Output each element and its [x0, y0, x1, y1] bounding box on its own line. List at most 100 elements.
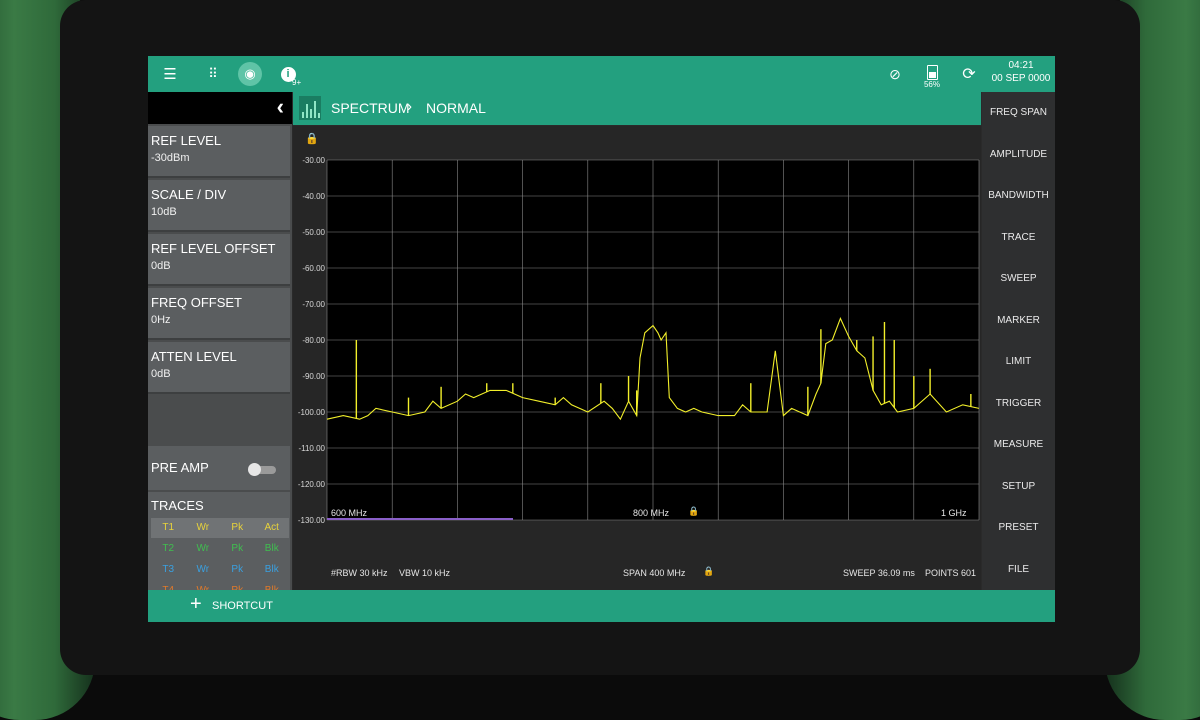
rbw-readout[interactable]: #RBW 30 kHz	[331, 568, 388, 578]
param-label: REF LEVEL OFFSET	[151, 241, 276, 256]
lock-icon[interactable]: 🔒	[305, 132, 319, 145]
trace-cell: Act	[264, 522, 279, 533]
plus-icon[interactable]: +	[190, 593, 202, 616]
trace-cell: T4	[151, 581, 186, 590]
span-readout[interactable]: SPAN 400 MHz	[623, 568, 685, 578]
trace-cell: Blk	[264, 543, 279, 554]
spectrum-plot-area: 🔒 -30.00 -40.00 -50.00 -60.00 -70.00 -80.00 -9…	[293, 126, 981, 590]
function-menu: FREQ SPAN AMPLITUDE BANDWIDTH TRACE SWEEP MAR…	[982, 92, 1055, 590]
y-tick-label: -110.00	[298, 444, 325, 453]
spectrum-mode-icon[interactable]	[299, 96, 321, 120]
span-lock-icon[interactable]: 🔒	[703, 566, 714, 577]
y-tick-label: -100.00	[298, 408, 326, 417]
param-atten-level[interactable]: ATTEN LEVEL 0dB	[148, 342, 290, 394]
y-tick-label: -50.00	[302, 228, 325, 237]
trace-row-t1[interactable]: T1 Wr Pk Act	[151, 518, 289, 538]
points-readout[interactable]: POINTS 601	[925, 568, 976, 578]
menu-file[interactable]: FILE	[982, 549, 1055, 590]
analyzer-screen: ☰ ⠿ ◉ i 9+ ⊘ 56% ⟳ 04:21 00 SEP 0000 ‹ R…	[148, 56, 1055, 622]
traces-panel: TRACES T1WrPkActT2WrPkBlkT3WrPkBlkT4WrPk…	[148, 492, 290, 590]
camera-icon[interactable]: ◉	[236, 56, 264, 92]
param-ref-level-offset[interactable]: REF LEVEL OFFSET 0dB	[148, 234, 290, 286]
trace-cell: T1	[162, 522, 175, 533]
trace-cell: Wr	[196, 564, 210, 575]
mode-header: SPECTRUM › NORMAL	[293, 92, 981, 125]
clock-date: 00 SEP 0000	[991, 73, 1051, 84]
clock: 04:21 00 SEP 0000	[991, 59, 1051, 85]
pre-amp-row: PRE AMP	[148, 446, 290, 490]
y-tick-label: -60.00	[302, 264, 325, 273]
menu-trigger[interactable]: TRIGGER	[982, 383, 1055, 424]
param-freq-offset[interactable]: FREQ OFFSET 0Hz	[148, 288, 290, 340]
menu-freq-span[interactable]: FREQ SPAN	[982, 92, 1055, 133]
trace-cell: Pk	[231, 543, 244, 554]
shortcut-button[interactable]: SHORTCUT	[212, 600, 273, 612]
param-value: 0dB	[151, 368, 171, 380]
trace-cell: Blk	[264, 564, 279, 575]
shortcut-bar: + SHORTCUT	[148, 590, 1055, 622]
y-tick-label: -40.00	[302, 192, 325, 201]
y-tick-label: -70.00	[302, 300, 325, 309]
traces-title: TRACES	[151, 498, 204, 513]
mode-subtitle[interactable]: NORMAL	[426, 100, 486, 116]
y-tick-label: -80.00	[302, 336, 325, 345]
sweep-readout[interactable]: SWEEP 36.09 ms	[843, 568, 915, 578]
clock-time: 04:21	[1008, 60, 1034, 71]
y-tick-label: -120.00	[298, 480, 326, 489]
trace-cell: Wr	[186, 581, 221, 590]
chevron-right-icon: ›	[407, 98, 412, 115]
trace-cell: Pk	[220, 581, 255, 590]
menu-marker[interactable]: MARKER	[982, 300, 1055, 341]
x-stop-label: 1 GHz	[941, 508, 967, 518]
chevron-left-icon[interactable]: ‹	[277, 94, 284, 120]
panel-collapse-bar: ‹	[148, 92, 292, 124]
notification-badge: 9+	[292, 78, 302, 87]
trace-row-t2[interactable]: T2 Wr Pk Blk	[151, 539, 289, 559]
trace-cell: Wr	[196, 522, 210, 533]
trace-cell: Wr	[196, 543, 210, 554]
x-center-label: 800 MHz	[633, 508, 670, 518]
menu-measure[interactable]: MEASURE	[982, 424, 1055, 465]
trace-row-t4[interactable]: T4WrPkBlk	[151, 581, 289, 590]
trace-cell: Pk	[231, 564, 244, 575]
param-value: -30dBm	[151, 152, 190, 164]
wifi-off-icon[interactable]: ⊘	[883, 56, 907, 92]
menu-amplitude[interactable]: AMPLITUDE	[982, 134, 1055, 175]
trace-cell: Blk	[255, 581, 290, 590]
x-start-label: 600 MHz	[331, 508, 368, 518]
y-tick-label: -30.00	[302, 156, 325, 165]
param-value: 0dB	[151, 260, 171, 272]
param-value: 0Hz	[151, 314, 171, 326]
param-label: FREQ OFFSET	[151, 295, 242, 310]
apps-grid-icon[interactable]: ⠿	[201, 56, 225, 92]
trace-cell: Pk	[231, 522, 244, 533]
menu-icon[interactable]: ☰	[158, 56, 182, 92]
param-scale-div[interactable]: SCALE / DIV 10dB	[148, 180, 290, 232]
menu-sweep[interactable]: SWEEP	[982, 258, 1055, 299]
pre-amp-toggle[interactable]	[248, 463, 276, 476]
parameter-panel: ‹ REF LEVEL -30dBm SCALE / DIV 10dB REF …	[148, 92, 292, 590]
menu-limit[interactable]: LIMIT	[982, 341, 1055, 382]
param-value: 10dB	[151, 206, 177, 218]
pre-amp-label: PRE AMP	[151, 460, 209, 475]
y-tick-label: -90.00	[302, 372, 325, 381]
menu-setup[interactable]: SETUP	[982, 466, 1055, 507]
spectrum-chart[interactable]: -30.00 -40.00 -50.00 -60.00 -70.00 -80.00 -90.…	[293, 152, 981, 552]
param-ref-level[interactable]: REF LEVEL -30dBm	[148, 126, 290, 178]
trace-row-t3[interactable]: T3 Wr Pk Blk	[151, 560, 289, 580]
mode-title[interactable]: SPECTRUM	[331, 100, 410, 116]
sync-icon[interactable]: ⟳	[956, 56, 982, 92]
measurement-info-bar: #RBW 30 kHz VBW 10 kHz SPAN 400 MHz 🔒 SW…	[293, 558, 981, 590]
trace-cell: T3	[162, 564, 175, 575]
vbw-readout[interactable]: VBW 10 kHz	[399, 568, 450, 578]
y-tick-label: -130.00	[298, 516, 326, 525]
menu-trace[interactable]: TRACE	[982, 217, 1055, 258]
battery-percent: 56%	[923, 80, 940, 89]
menu-bandwidth[interactable]: BANDWIDTH	[982, 175, 1055, 216]
center-lock-icon[interactable]: 🔒	[688, 506, 699, 517]
top-status-bar: ☰ ⠿ ◉ i 9+ ⊘ 56% ⟳ 04:21 00 SEP 0000	[148, 56, 1055, 92]
trace-cell: T2	[162, 543, 175, 554]
menu-preset[interactable]: PRESET	[982, 507, 1055, 548]
param-label: ATTEN LEVEL	[151, 349, 237, 364]
param-label: REF LEVEL	[151, 133, 222, 148]
